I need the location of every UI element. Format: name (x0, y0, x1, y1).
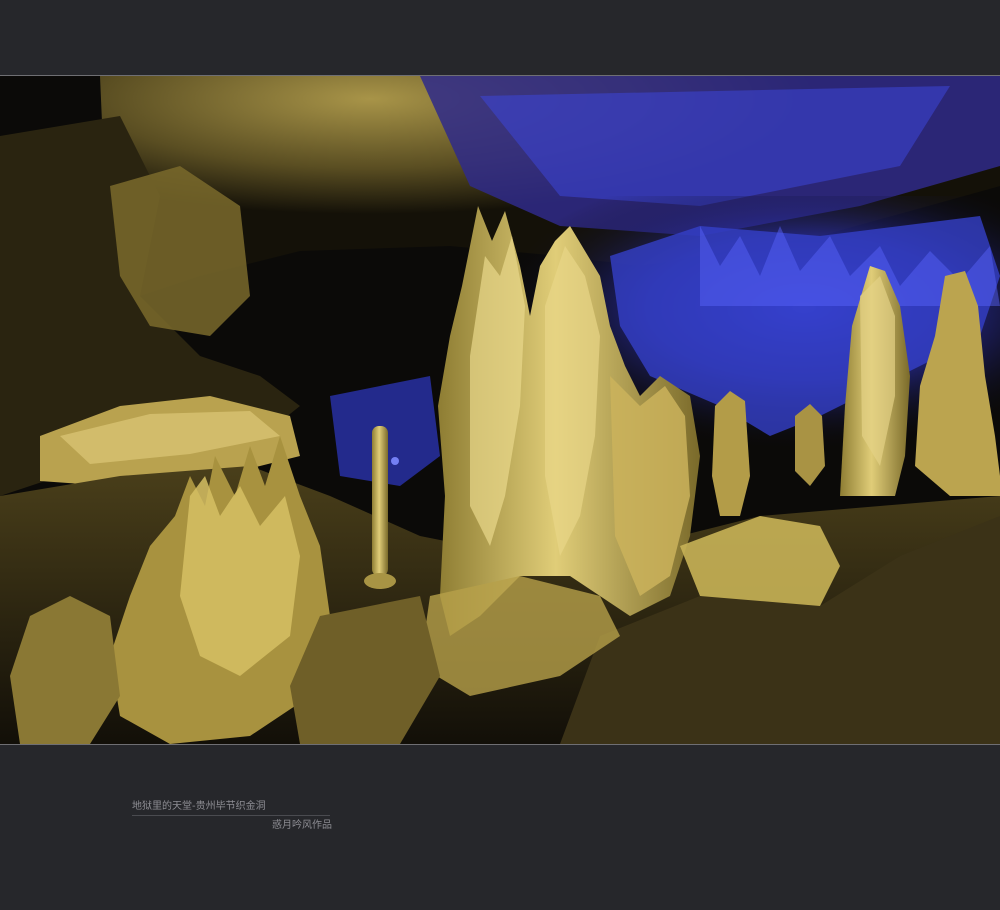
cave-photo (0, 75, 1000, 745)
cave-illustration (0, 76, 1000, 744)
top-bar (0, 0, 1000, 75)
caption-author: 惑月吟风作品 (272, 820, 332, 831)
caption-title: 地狱里的天堂-贵州毕节织金洞 (132, 801, 330, 816)
photo-caption: 地狱里的天堂-贵州毕节织金洞 惑月吟风作品 (132, 801, 332, 832)
